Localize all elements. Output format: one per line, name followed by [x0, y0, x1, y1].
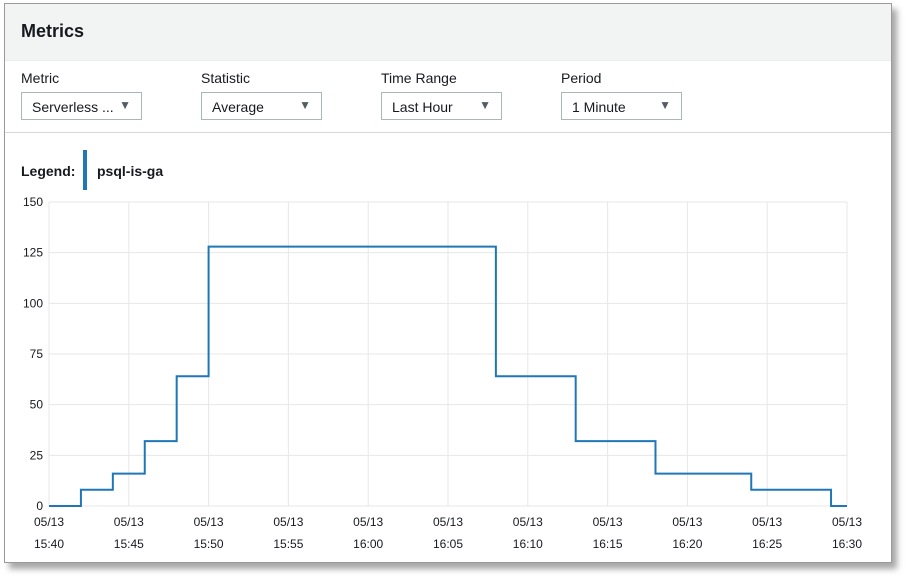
- metric-label: Metric: [21, 70, 60, 86]
- metric-select[interactable]: Serverless ... ▼: [21, 92, 142, 120]
- x-tick-time-label: 16:25: [752, 537, 782, 551]
- metric-control: Metric Serverless ... ▼: [21, 70, 142, 120]
- metrics-chart: 0 25 50 75 100 125 150 05/13 15:40 05/13 15:45 05/1…: [23, 195, 862, 551]
- y-tick-label: 50: [30, 398, 44, 412]
- x-tick-time-label: 15:40: [34, 537, 64, 551]
- x-tick-time-label: 15:50: [194, 537, 224, 551]
- x-tick-date-label: 05/13: [114, 515, 144, 529]
- y-tick-label: 125: [23, 246, 43, 260]
- x-tick-date-label: 05/13: [593, 515, 623, 529]
- x-tick-time-label: 15:45: [114, 537, 144, 551]
- metrics-panel: Metrics Metric Serverless ... ▼ Statisti…: [4, 3, 892, 563]
- y-tick-label: 25: [30, 448, 44, 462]
- y-tick-label: 100: [23, 296, 43, 310]
- caret-down-icon: ▼: [659, 98, 671, 112]
- x-tick-time-label: 16:20: [672, 537, 702, 551]
- caret-down-icon: ▼: [119, 98, 131, 112]
- period-select-value: 1 Minute: [572, 99, 626, 115]
- period-control: Period 1 Minute ▼: [561, 70, 682, 120]
- statistic-label: Statistic: [201, 70, 251, 86]
- x-tick-date-label: 05/13: [752, 515, 782, 529]
- x-tick-time-label: 16:10: [513, 537, 543, 551]
- x-tick-date-label: 05/13: [672, 515, 702, 529]
- y-tick-label: 0: [36, 499, 43, 513]
- caret-down-icon: ▼: [479, 98, 491, 112]
- time-range-select[interactable]: Last Hour ▼: [381, 92, 502, 120]
- statistic-select-value: Average: [212, 99, 264, 115]
- caret-down-icon: ▼: [299, 98, 311, 112]
- x-tick-time-label: 16:30: [832, 537, 862, 551]
- x-tick-date-label: 05/13: [513, 515, 543, 529]
- y-tick-label: 150: [23, 195, 43, 209]
- legend-swatch: [83, 150, 87, 190]
- legend-label: Legend:: [21, 163, 76, 179]
- period-label: Period: [561, 70, 602, 86]
- x-tick-time-label: 16:00: [353, 537, 383, 551]
- legend-series-name[interactable]: psql-is-ga: [97, 163, 163, 179]
- panel-title: Metrics: [21, 21, 85, 41]
- x-tick-time-label: 16:05: [433, 537, 463, 551]
- x-tick-date-label: 05/13: [353, 515, 383, 529]
- x-tick-date-label: 05/13: [433, 515, 463, 529]
- statistic-control: Statistic Average ▼: [201, 70, 322, 120]
- metric-select-value: Serverless ...: [32, 99, 114, 115]
- statistic-select[interactable]: Average ▼: [201, 92, 322, 120]
- x-tick-date-label: 05/13: [34, 515, 64, 529]
- x-tick-date-label: 05/13: [832, 515, 862, 529]
- divider: [5, 132, 891, 133]
- time-range-label: Time Range: [381, 70, 457, 86]
- time-range-control: Time Range Last Hour ▼: [381, 70, 502, 120]
- period-select[interactable]: 1 Minute ▼: [561, 92, 682, 120]
- x-tick-time-label: 16:15: [593, 537, 623, 551]
- panel-header: Metrics: [5, 4, 891, 61]
- x-tick-time-label: 15:55: [273, 537, 303, 551]
- x-tick-date-label: 05/13: [194, 515, 224, 529]
- time-range-select-value: Last Hour: [392, 99, 453, 115]
- x-tick-date-label: 05/13: [273, 515, 303, 529]
- y-tick-label: 75: [30, 347, 44, 361]
